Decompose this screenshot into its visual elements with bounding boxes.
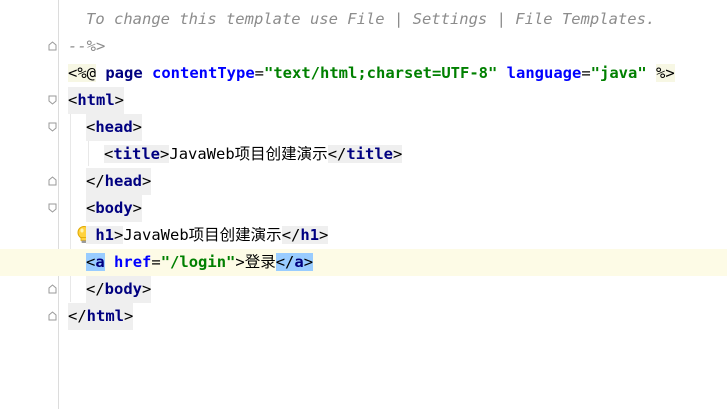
tag-bracket: </ bbox=[86, 280, 105, 298]
value-href: "/login" bbox=[160, 253, 236, 271]
comment-text: To change this template use File | Setti… bbox=[86, 10, 656, 28]
code-line-3[interactable]: <%@ page contentType="text/html;charset=… bbox=[0, 60, 727, 87]
attr-href: href bbox=[114, 253, 152, 271]
code-line-7[interactable]: </head> bbox=[0, 168, 727, 195]
tag-bracket: </ bbox=[281, 226, 301, 244]
tag-bracket: </ bbox=[275, 253, 295, 271]
h1-element: <h1>JavaWeb项目创建演示</h1> bbox=[86, 222, 329, 249]
h1-text: JavaWeb项目创建演示 bbox=[123, 226, 282, 244]
tag-bracket: > bbox=[142, 280, 152, 298]
tag-name: title bbox=[113, 145, 161, 163]
tag-bracket: < bbox=[86, 118, 96, 136]
tag-html-close: </html> bbox=[68, 303, 134, 330]
tag-html-open: <html> bbox=[68, 87, 125, 114]
anchor-element: <a href="/login">登录</a> bbox=[86, 249, 314, 276]
tag-bracket: < bbox=[68, 91, 78, 109]
tag-name: body bbox=[95, 199, 133, 217]
tag-bracket: > bbox=[132, 118, 143, 136]
tag-bracket: > bbox=[124, 307, 134, 325]
equals-sign: = bbox=[151, 253, 161, 271]
code-line-9[interactable]: <h1>JavaWeb项目创建演示</h1> bbox=[0, 222, 727, 249]
code-editor[interactable]: To change this template use File | Setti… bbox=[0, 0, 727, 409]
code-line-12[interactable]: </html> bbox=[0, 303, 727, 330]
title-element: <title>JavaWeb项目创建演示</title> bbox=[104, 141, 403, 168]
tag-name: a bbox=[95, 253, 105, 271]
title-text: JavaWeb项目创建演示 bbox=[169, 145, 328, 163]
jsp-close: %> bbox=[656, 64, 675, 82]
fold-icon[interactable] bbox=[48, 41, 57, 51]
tag-bracket: > bbox=[132, 199, 143, 217]
tag-body-close: </body> bbox=[86, 276, 152, 303]
value-content-type: "text/html;charset=UTF-8" bbox=[264, 64, 498, 82]
fold-icon[interactable] bbox=[48, 203, 57, 213]
code-line-2[interactable]: --%> bbox=[0, 33, 727, 60]
code-line-8[interactable]: <body> bbox=[0, 195, 727, 222]
equals-sign: = bbox=[254, 64, 265, 82]
tag-bracket: > bbox=[303, 253, 314, 271]
tag-name: h1 bbox=[300, 226, 320, 244]
value-language: "java" bbox=[590, 64, 647, 82]
code-line-11[interactable]: </body> bbox=[0, 276, 727, 303]
tag-bracket: </ bbox=[68, 307, 87, 325]
code-line-6[interactable]: <title>JavaWeb项目创建演示</title> bbox=[0, 141, 727, 168]
code-line-10-current[interactable]: <a href="/login">登录</a> bbox=[0, 249, 727, 276]
tag-name: head bbox=[104, 172, 142, 190]
code-line-1[interactable]: To change this template use File | Setti… bbox=[0, 6, 727, 33]
tag-bracket: > bbox=[319, 226, 329, 244]
directive-name: page bbox=[105, 64, 143, 82]
jsp-open: <%@ bbox=[68, 64, 96, 82]
tag-bracket: > bbox=[160, 145, 170, 163]
tag-bracket: < bbox=[104, 145, 114, 163]
tag-bracket: </ bbox=[86, 172, 105, 190]
jsp-directive: <%@ page contentType="text/html;charset=… bbox=[68, 60, 675, 87]
tag-bracket: > bbox=[114, 91, 125, 109]
code-line-4[interactable]: <html> bbox=[0, 87, 727, 114]
tag-bracket: < bbox=[86, 253, 96, 271]
fold-icon[interactable] bbox=[48, 176, 57, 186]
tag-name: h1 bbox=[95, 226, 115, 244]
fold-icon[interactable] bbox=[48, 284, 57, 294]
code-line-5[interactable]: <head> bbox=[0, 114, 727, 141]
tag-head-open: <head> bbox=[86, 114, 143, 141]
tag-name: html bbox=[86, 307, 124, 325]
tag-head-close: </head> bbox=[86, 168, 152, 195]
tag-bracket: > bbox=[114, 226, 124, 244]
comment-close: --%> bbox=[68, 37, 106, 55]
fold-icon[interactable] bbox=[48, 95, 57, 105]
tag-name: title bbox=[346, 145, 394, 163]
tag-name: html bbox=[77, 91, 115, 109]
tag-bracket: > bbox=[142, 172, 152, 190]
equals-sign: = bbox=[581, 64, 591, 82]
tag-bracket: </ bbox=[327, 145, 347, 163]
tag-bracket: > bbox=[235, 253, 245, 271]
attr-language: language bbox=[506, 64, 582, 82]
anchor-text: 登录 bbox=[244, 253, 276, 271]
tag-bracket: < bbox=[86, 199, 96, 217]
tag-name: body bbox=[104, 280, 142, 298]
tag-name: a bbox=[294, 253, 304, 271]
attr-content-type: contentType bbox=[152, 64, 255, 82]
tag-body-open: <body> bbox=[86, 195, 143, 222]
tag-name: head bbox=[95, 118, 133, 136]
fold-icon[interactable] bbox=[48, 311, 57, 321]
fold-icon[interactable] bbox=[48, 122, 57, 132]
tag-bracket: > bbox=[393, 145, 403, 163]
